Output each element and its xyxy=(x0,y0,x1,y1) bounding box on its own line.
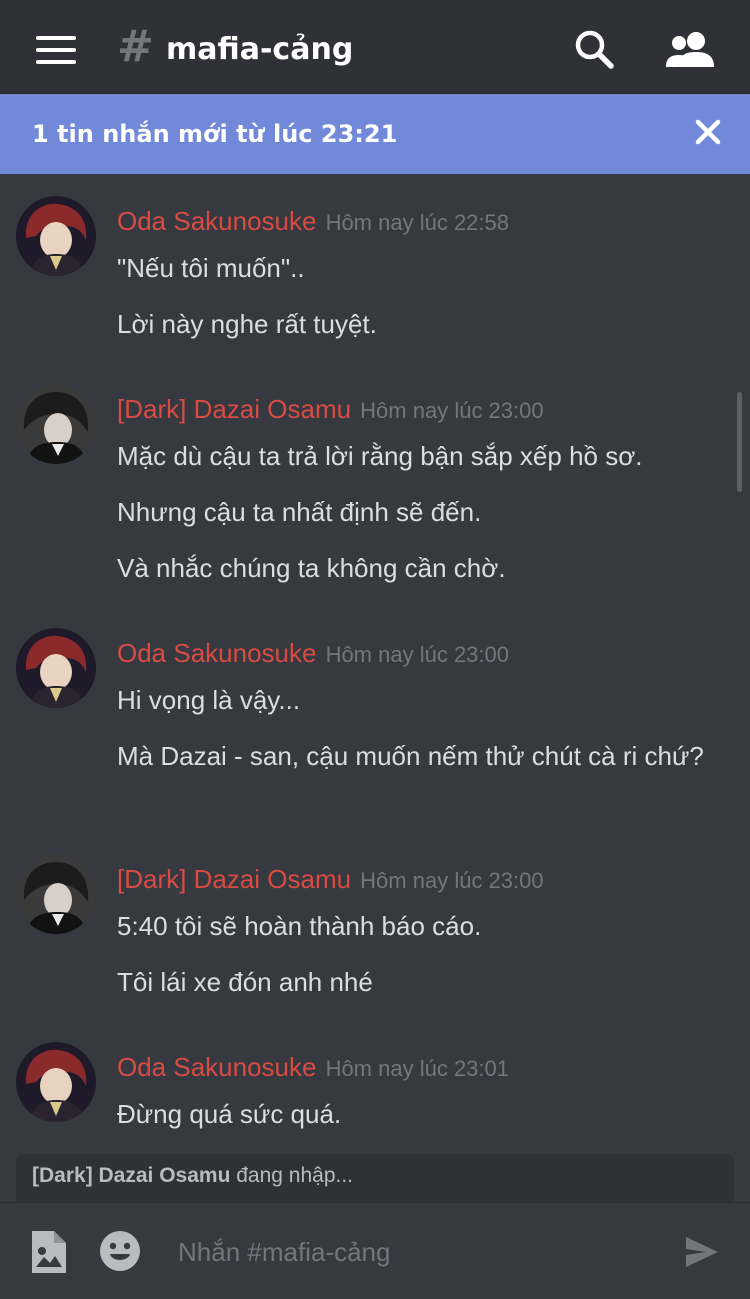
image-upload-icon[interactable] xyxy=(28,1229,68,1275)
message-timestamp: Hôm nay lúc 23:01 xyxy=(325,1056,509,1081)
author-name[interactable]: [Dark] Dazai Osamu xyxy=(117,864,351,894)
message-composer xyxy=(0,1202,750,1299)
scrollbar[interactable] xyxy=(737,392,742,492)
message-text: Tôi lái xe đón anh nhé xyxy=(117,967,373,997)
channel-title: mafia-cảng xyxy=(166,32,354,67)
message-header: Oda Sakunosuke Hôm nay lúc 22:58 xyxy=(117,206,509,237)
typing-user-name: [Dark] Dazai Osamu xyxy=(32,1164,231,1187)
members-icon[interactable] xyxy=(664,27,716,71)
message-header: [Dark] Dazai Osamu Hôm nay lúc 23:00 xyxy=(117,394,544,425)
message-timestamp: Hôm nay lúc 22:58 xyxy=(325,210,509,235)
typing-suffix: đang nhập... xyxy=(230,1164,354,1187)
new-messages-text: 1 tin nhắn mới từ lúc 23:21 xyxy=(32,120,398,148)
message-input[interactable] xyxy=(176,1225,660,1279)
message-text: Và nhắc chúng ta không cần chờ. xyxy=(117,553,506,583)
message-text: 5:40 tôi sẽ hoàn thành báo cáo. xyxy=(117,911,482,941)
message-text: "Nếu tôi muốn".. xyxy=(117,253,305,283)
message-timestamp: Hôm nay lúc 23:00 xyxy=(360,398,544,423)
message-text: Lời này nghe rất tuyệt. xyxy=(117,309,377,339)
typing-text: [Dark] Dazai Osamu đang nhập... xyxy=(32,1164,353,1188)
author-name[interactable]: Oda Sakunosuke xyxy=(117,638,316,668)
author-name[interactable]: Oda Sakunosuke xyxy=(117,206,316,236)
close-icon[interactable] xyxy=(690,114,726,150)
message-text: Mà Dazai - san, cậu muốn nếm thử chút cà… xyxy=(117,741,704,771)
message-list[interactable]: Oda Sakunosuke Hôm nay lúc 22:58 "Nếu tô… xyxy=(0,174,750,1154)
hamburger-menu-icon[interactable] xyxy=(36,36,76,64)
avatar[interactable] xyxy=(16,1042,96,1122)
send-icon[interactable] xyxy=(684,1235,720,1269)
message-text: Đừng quá sức quá. xyxy=(117,1099,342,1129)
message-text: Mặc dù cậu ta trả lời rằng bận sắp xếp h… xyxy=(117,441,643,471)
typing-indicator: [Dark] Dazai Osamu đang nhập... xyxy=(16,1154,734,1202)
avatar[interactable] xyxy=(16,628,96,708)
search-icon[interactable] xyxy=(572,27,616,71)
author-name[interactable]: Oda Sakunosuke xyxy=(117,1052,316,1082)
avatar[interactable] xyxy=(16,384,96,464)
message-header: [Dark] Dazai Osamu Hôm nay lúc 23:00 xyxy=(117,864,544,895)
message-header: Oda Sakunosuke Hôm nay lúc 23:01 xyxy=(117,1052,509,1083)
message-text: Nhưng cậu ta nhất định sẽ đến. xyxy=(117,497,482,527)
message-text: Hi vọng là vậy... xyxy=(117,685,301,715)
message-timestamp: Hôm nay lúc 23:00 xyxy=(360,868,544,893)
new-messages-banner[interactable]: 1 tin nhắn mới từ lúc 23:21 xyxy=(0,94,750,174)
emoji-icon[interactable] xyxy=(98,1229,142,1273)
author-name[interactable]: [Dark] Dazai Osamu xyxy=(117,394,351,424)
avatar[interactable] xyxy=(16,196,96,276)
channel-hash-icon: # xyxy=(117,21,154,72)
message-header: Oda Sakunosuke Hôm nay lúc 23:00 xyxy=(117,638,509,669)
channel-header: # mafia-cảng xyxy=(0,0,750,94)
avatar[interactable] xyxy=(16,854,96,934)
message-timestamp: Hôm nay lúc 23:00 xyxy=(325,642,509,667)
